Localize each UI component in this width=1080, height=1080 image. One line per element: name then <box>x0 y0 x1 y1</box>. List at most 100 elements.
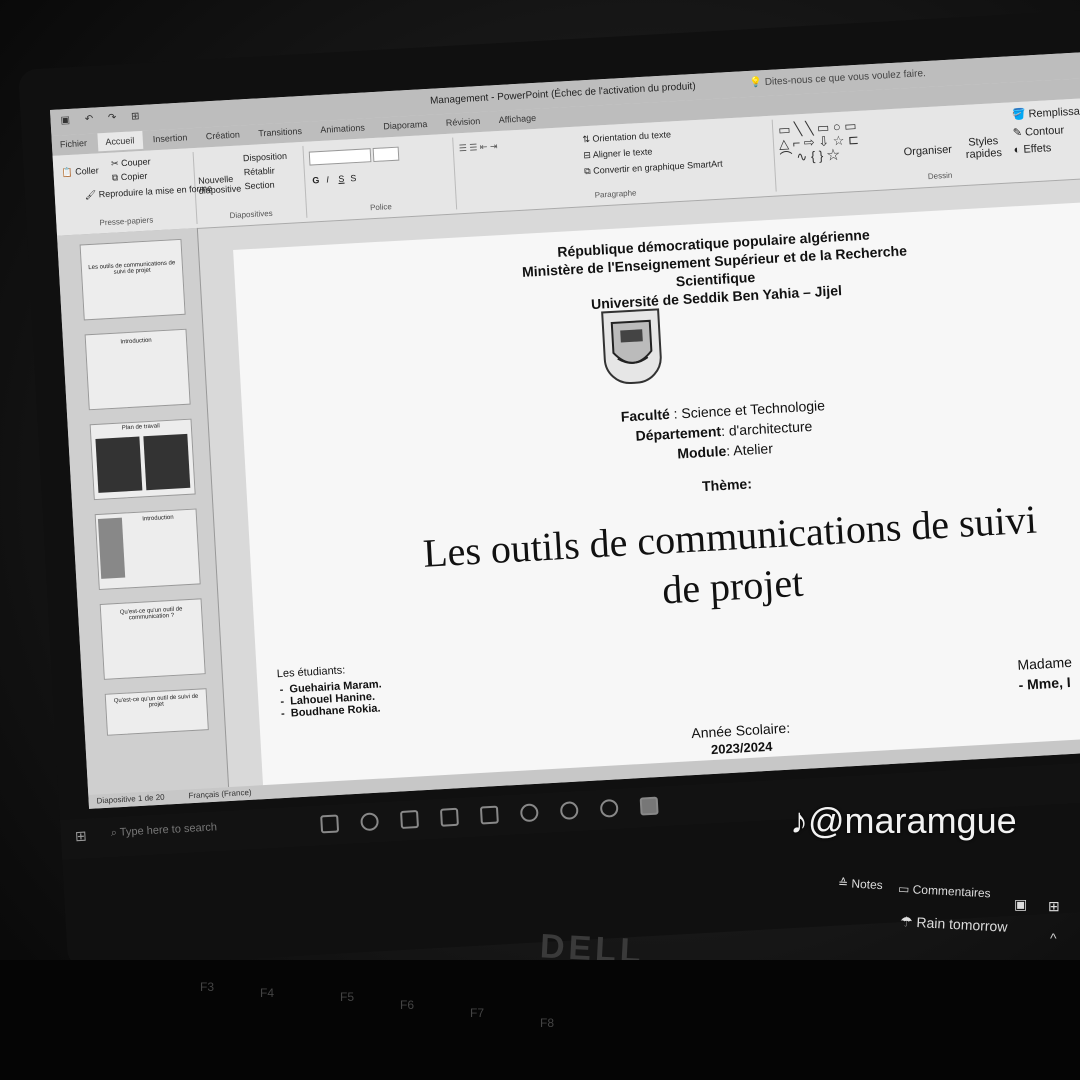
tiktok-watermark: ♪@maramgue <box>790 800 1017 841</box>
keyboard-key: F3 <box>200 980 215 994</box>
students-label: Les étudiants: <box>276 664 346 681</box>
department-label: Département <box>635 423 722 444</box>
umbrella-icon: ☂ <box>899 913 917 931</box>
quick-access-toolbar[interactable]: ▣ ↶ ↷ ⊞ <box>60 111 145 127</box>
module-label: Module <box>676 442 727 462</box>
underline-button[interactable]: S <box>338 174 345 184</box>
paragraph-group-label: Paragraphe <box>594 188 637 200</box>
thumbnail-text: Introduction <box>142 514 174 523</box>
slide-canvas[interactable]: République démocratique populaire algéri… <box>233 196 1080 790</box>
tab-diaporama[interactable]: Diaporama <box>375 115 436 136</box>
thumbnail-slide[interactable]: 4 Introduction <box>94 508 201 591</box>
slides-group-label: Diapositives <box>229 208 273 221</box>
tell-me-box[interactable]: 💡 Dites-nous ce que vous voulez faire. <box>749 68 926 89</box>
firefox-icon[interactable] <box>519 803 539 823</box>
drawing-group-label: Dessin <box>927 170 953 182</box>
copy-button[interactable]: ⧉ Copier <box>112 171 148 184</box>
smartart-button[interactable]: ⧉ Convertir en graphique SmartArt <box>584 159 723 178</box>
keyboard-key: F4 <box>260 986 275 1000</box>
font-group: G I S S Police <box>302 137 458 218</box>
quick-styles-button[interactable]: Styles rapides <box>963 135 1004 161</box>
university-crest-logo <box>601 308 664 386</box>
comment-icon: ▭ <box>897 881 914 897</box>
shapes-gallery[interactable]: ▭ ╲ ╲ ▭ ○ ▭ △ ⌐ ⇨ ⇩ ☆ ⊏ ⌒ ∿ { } ☆ <box>778 118 860 165</box>
italic-button[interactable]: I <box>326 175 329 185</box>
students-list: Les étudiants: - Guehairia Maram. - Laho… <box>277 662 384 720</box>
laptop-screen: ▣ ↶ ↷ ⊞ Management - PowerPoint (Échec d… <box>50 45 1080 809</box>
thumbnail-dark-box <box>143 433 191 491</box>
keyboard-key: F8 <box>540 1016 555 1030</box>
task-view-icon[interactable] <box>320 814 340 834</box>
clipboard-group: 📋 Coller ✂ Couper ⧉ Copier 🖌 Reproduire … <box>52 152 212 232</box>
crest-icon <box>610 319 653 364</box>
thumbnail-text: Plan de travail <box>121 423 161 432</box>
clipboard-group-label: Presse-papiers <box>99 215 154 228</box>
notes-icon: ≙ <box>837 875 852 891</box>
normal-view-icon[interactable]: ▣ <box>1014 896 1027 913</box>
align-text-button[interactable]: ⊟ Aligner le texte <box>583 146 653 161</box>
tab-fichier[interactable]: Fichier <box>51 134 95 154</box>
keyboard-key: F7 <box>470 1006 485 1020</box>
photo-scene: ▣ ↶ ↷ ⊞ Management - PowerPoint (Échec d… <box>0 0 1080 1080</box>
arrange-button[interactable]: Organiser <box>903 144 952 159</box>
list-buttons[interactable]: ☰ ☰ ⇤ ⇥ <box>458 141 497 154</box>
paragraph-group: ☰ ☰ ⇤ ⇥ ⇅ Orientation du texte ⊟ Aligner… <box>452 119 777 210</box>
faculty-label: Faculté <box>620 405 671 425</box>
shape-outline-button[interactable]: ✎ Contour <box>1012 123 1064 139</box>
tab-revision[interactable]: Révision <box>437 112 488 133</box>
tab-accueil[interactable]: Accueil <box>96 130 143 152</box>
thumbnail-slide[interactable]: 1 Les outils de communications de suivi … <box>79 238 186 321</box>
keyboard-key: F5 <box>340 990 355 1004</box>
shape-fill-button[interactable]: 🪣 Remplissage <box>1011 104 1080 121</box>
shadow-button[interactable]: S <box>350 173 357 183</box>
chevron-up-icon[interactable]: ^ <box>1050 930 1057 946</box>
paste-button[interactable]: 📋 Coller <box>61 165 99 178</box>
reset-button[interactable]: Rétablir <box>243 166 275 178</box>
layout-button[interactable]: Disposition <box>243 151 288 163</box>
section-button[interactable]: Section <box>244 180 275 192</box>
font-name-box[interactable] <box>308 148 372 166</box>
thumbnail-image <box>97 517 126 579</box>
thumbnail-slide[interactable]: 5 Qu'est-ce qu'un outil de communication… <box>99 598 206 680</box>
bold-button[interactable]: G <box>312 175 320 185</box>
font-group-label: Police <box>369 202 393 213</box>
tab-creation[interactable]: Création <box>197 125 248 146</box>
format-painter-button[interactable]: 🖌 Reproduire la mise en forme <box>85 183 213 201</box>
shape-effects-button[interactable]: ◐ Effets <box>1013 142 1051 156</box>
chrome-icon[interactable] <box>360 812 380 832</box>
file-explorer-icon[interactable] <box>400 810 420 829</box>
taskbar-search[interactable]: ⌕ Type here to search <box>110 821 217 840</box>
tab-affichage[interactable]: Affichage <box>490 108 544 129</box>
cut-button[interactable]: ✂ Couper <box>111 156 151 169</box>
tab-animations[interactable]: Animations <box>312 118 373 139</box>
keyboard: F3 F4 F5 F6 F7 F8 <box>0 960 1080 1080</box>
drawing-group: ▭ ╲ ╲ ▭ ○ ▭ △ ⌐ ⇨ ⇩ ☆ ⊏ ⌒ ∿ { } ☆ Organise… <box>772 101 1080 191</box>
mail-icon[interactable] <box>479 805 499 825</box>
thumbnail-slide[interactable]: 6 Qu'est-ce qu'un outil de suivi de proj… <box>104 688 209 736</box>
store-icon[interactable] <box>439 807 459 827</box>
app-icon[interactable] <box>599 798 619 818</box>
language-indicator[interactable]: Français (France) <box>188 788 252 801</box>
department-value: : d'architecture <box>720 417 813 440</box>
tab-transitions[interactable]: Transitions <box>250 122 311 143</box>
notes-button[interactable]: ≙ Notes <box>838 876 883 892</box>
slide-count: Diapositive 1 de 20 <box>96 792 165 806</box>
keyboard-key: F6 <box>400 998 415 1012</box>
new-slide-button[interactable]: Nouvelle diapositive <box>198 174 242 196</box>
thumbnail-slide[interactable]: 2 Introduction <box>84 328 191 411</box>
font-size-box[interactable] <box>372 146 400 163</box>
slide-sorter-icon[interactable]: ⊞ <box>1048 898 1060 915</box>
browser-icon[interactable] <box>559 801 579 821</box>
lightbulb-icon: 💡 <box>749 77 763 89</box>
tiktok-icon: ♪ <box>790 800 808 841</box>
slides-group: Nouvelle diapositive Disposition Rétabli… <box>192 145 308 224</box>
module-value: : Atelier <box>725 440 774 459</box>
thumbnail-text: Qu'est-ce qu'un outil de suivi de projet <box>113 693 199 709</box>
powerpoint-icon[interactable] <box>639 796 659 816</box>
teacher-value: - Mme, I <box>1018 673 1072 693</box>
tab-insertion[interactable]: Insertion <box>144 128 195 149</box>
slide-thumbnails-pane: 1 Les outils de communications de suivi … <box>57 227 230 795</box>
text-direction-button[interactable]: ⇅ Orientation du texte <box>582 129 671 145</box>
thumbnail-slide[interactable]: 3 Plan de travail <box>89 418 196 501</box>
windows-start-icon[interactable]: ⊞ <box>74 828 87 846</box>
